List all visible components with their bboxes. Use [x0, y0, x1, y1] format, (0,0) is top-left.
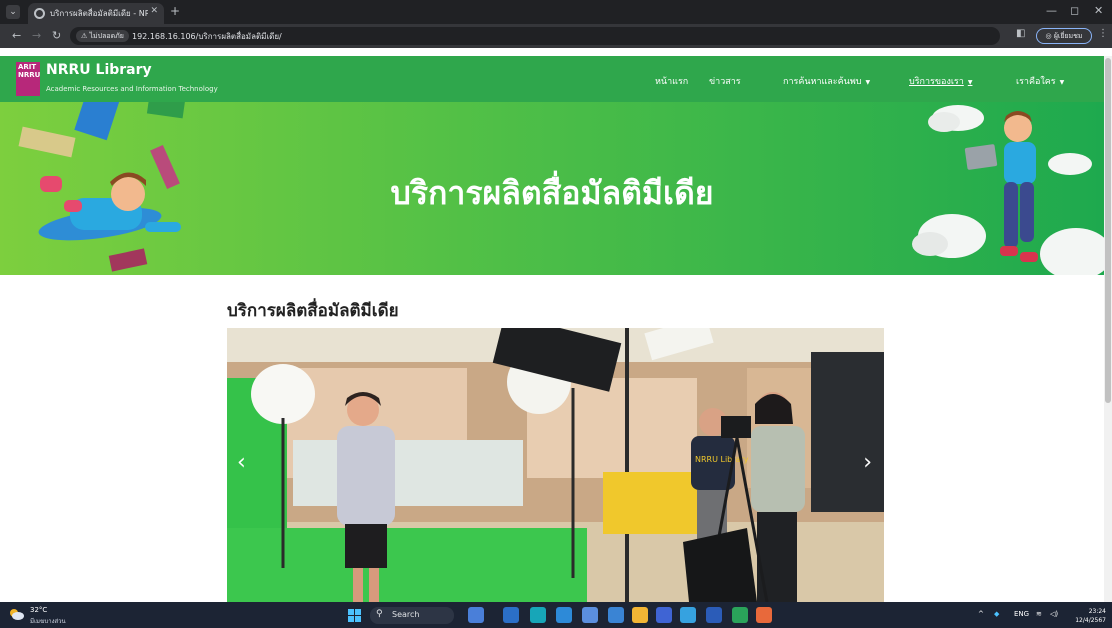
carousel-prev-button[interactable]: ‹: [237, 450, 246, 475]
taskbar-search[interactable]: ⚲ Search: [370, 607, 454, 624]
close-window-icon[interactable]: ✕: [1094, 4, 1103, 17]
book-icon: [108, 248, 148, 272]
teams-app-icon[interactable]: [503, 607, 519, 623]
arit-logo[interactable]: ARIT NRRU: [16, 62, 40, 96]
cloud-icon: [912, 214, 986, 258]
book-icon: [146, 102, 186, 119]
line-app-icon[interactable]: [732, 607, 748, 623]
logo-text: ARIT NRRU: [18, 63, 41, 79]
book-icon: [74, 102, 120, 141]
weather-description[interactable]: มีเมฆบางส่วน: [30, 616, 66, 626]
weather-temperature[interactable]: 32°C: [30, 606, 47, 614]
widgets-app-icon[interactable]: [468, 607, 484, 623]
windows-taskbar: 32°C มีเมฆบางส่วน ⚲ Search ^ ◆ ENG ≋ ◁) …: [0, 602, 1112, 628]
cloud-icon: [928, 105, 984, 132]
brand-subtitle: Academic Resources and Information Techn…: [46, 85, 218, 93]
copilot-app-icon[interactable]: [530, 607, 546, 623]
book-icon: [18, 126, 76, 158]
tray-app-icon[interactable]: ◆: [994, 610, 999, 618]
tab-search-icon[interactable]: ⌄: [6, 5, 20, 19]
chrome-app-icon[interactable]: [756, 607, 772, 623]
tab-title: บริการผลิตสื่อมัลติมีเดีย - NRRU Li...: [50, 9, 148, 18]
site-navbar: ARIT NRRU NRRU Library Academic Resource…: [0, 56, 1104, 102]
nav-news-label: ข่าวสาร: [709, 77, 741, 87]
clock-time: 23:24: [1088, 608, 1106, 615]
nav-search-discovery[interactable]: การค้นหาและค้นพบ ▼: [783, 74, 870, 88]
chevron-down-icon: ▼: [865, 79, 871, 86]
nav-our-services[interactable]: บริการของเรา ▼: [909, 74, 972, 88]
browser-tab[interactable]: บริการผลิตสื่อมัลติมีเดีย - NRRU Li... ✕: [28, 3, 164, 24]
browser-tab-bar: ⌄ บริการผลิตสื่อมัลติมีเดีย - NRRU Li...…: [0, 0, 1112, 24]
wifi-icon[interactable]: ≋: [1036, 610, 1042, 618]
brand-title[interactable]: NRRU Library: [46, 62, 152, 78]
page-title: บริการผลิตสื่อมัลติมีเดีย: [227, 301, 399, 321]
security-badge[interactable]: ⚠ ไม่ปลอดภัย: [76, 30, 129, 42]
file-explorer-icon[interactable]: [632, 607, 648, 623]
back-icon[interactable]: ←: [12, 29, 21, 42]
profile-button[interactable]: ◎ ผู้เยี่ยมชม: [1036, 28, 1092, 44]
language-indicator[interactable]: ENG: [1014, 610, 1029, 618]
warning-icon: ⚠: [81, 32, 90, 40]
profile-icon: ◎: [1045, 32, 1054, 40]
reload-icon[interactable]: ↻: [52, 29, 61, 42]
photos-app-icon[interactable]: [582, 607, 598, 623]
minimize-icon[interactable]: —: [1046, 4, 1057, 17]
chevron-down-icon: ▼: [967, 79, 973, 86]
page-scrollbar[interactable]: [1104, 56, 1112, 602]
security-label: ไม่ปลอดภัย: [89, 32, 124, 40]
nav-news[interactable]: ข่าวสาร: [709, 74, 741, 88]
nav-home[interactable]: หน้าแรก: [655, 74, 688, 88]
volume-icon[interactable]: ◁): [1050, 610, 1058, 618]
nav-about-label: เราคือใคร: [1016, 77, 1056, 87]
photo-carousel[interactable]: NRRU Library ‹ ›: [227, 328, 884, 602]
windows-start-icon[interactable]: [348, 609, 361, 622]
menu-icon[interactable]: ⋮: [1098, 28, 1108, 39]
chevron-up-icon[interactable]: ^: [978, 610, 984, 618]
clock[interactable]: 23:24 12/4/2567: [1070, 607, 1106, 625]
hero-title: บริการผลิตสื่อมัลติมีเดีย: [390, 174, 714, 212]
hero-banner: บริการผลิตสื่อมัลติมีเดีย: [0, 102, 1104, 275]
app-icon[interactable]: [656, 607, 672, 623]
edge-app-icon[interactable]: [556, 607, 572, 623]
favicon-icon: [34, 8, 45, 19]
url-text[interactable]: 192.168.16.106/บริการผลิตสื่อมัลติมีเดีย…: [132, 30, 282, 43]
notepad-app-icon[interactable]: [608, 607, 624, 623]
carousel-photo: NRRU Library: [227, 328, 884, 602]
chevron-down-icon: ▼: [1059, 79, 1065, 86]
scrollbar-thumb[interactable]: [1105, 58, 1111, 403]
taskbar-search-label: Search: [392, 610, 420, 619]
address-bar[interactable]: ⚠ ไม่ปลอดภัย 192.168.16.106/บริการผลิตสื…: [70, 27, 1000, 45]
restore-icon[interactable]: ◻: [1070, 4, 1079, 17]
nav-home-label: หน้าแรก: [655, 77, 689, 87]
sidepanel-icon[interactable]: ◧: [1016, 28, 1025, 39]
forward-icon[interactable]: →: [32, 29, 41, 42]
nav-search-label: การค้นหาและค้นพบ: [783, 77, 862, 87]
nav-about-us[interactable]: เราคือใคร ▼: [1016, 74, 1064, 88]
nav-services-label: บริการของเรา: [909, 77, 964, 87]
cloud-icon: [1040, 228, 1104, 275]
close-tab-icon[interactable]: ✕: [150, 6, 158, 16]
weather-cloud-icon[interactable]: [8, 607, 24, 621]
new-tab-button[interactable]: +: [170, 4, 180, 18]
clock-date: 12/4/2567: [1075, 617, 1106, 624]
browser-app-icon[interactable]: [680, 607, 696, 623]
word-app-icon[interactable]: [706, 607, 722, 623]
profile-label: ผู้เยี่ยมชม: [1053, 32, 1083, 40]
search-icon: ⚲: [376, 609, 383, 619]
browser-toolbar: ← → ↻ ⚠ ไม่ปลอดภัย 192.168.16.106/บริการ…: [0, 24, 1112, 48]
carousel-next-button[interactable]: ›: [863, 450, 872, 475]
